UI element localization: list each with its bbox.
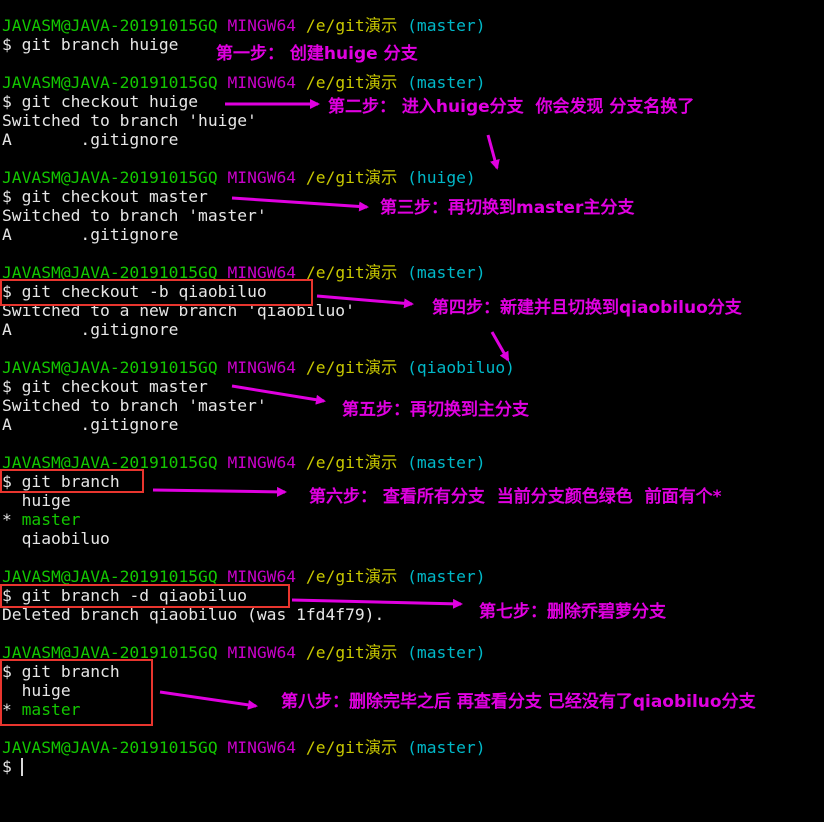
arrow-4 [316,294,414,309]
arrow-6 [152,486,287,497]
arrow-5 [231,384,326,405]
arrow-2b [486,134,500,170]
terminal-window[interactable]: JAVASM@JAVA-20191015GQ MINGW64 /e/git演示 … [0,0,824,822]
arrow-7 [291,598,463,609]
arrow-3 [231,196,369,212]
annotation-step-6: 第六步： 查看所有分支 当前分支颜色绿色 前面有个* [309,487,722,507]
arrow-4b [490,331,510,362]
arrow-8 [159,690,258,710]
annotation-step-5: 第五步：再切换到主分支 [342,400,529,420]
annotation-step-3: 第三步：再切换到master主分支 [380,198,635,218]
annotation-step-4: 第四步：新建并且切换到qiaobiluo分支 [432,298,742,318]
annotation-step-8: 第八步：删除完毕之后 再查看分支 已经没有了qiaobiluo分支 [281,692,756,712]
annotation-step-2: 第二步： 进入huige分支 你会发现 分支名换了 [328,97,695,117]
annotation-step-7: 第七步：删除乔碧萝分支 [479,602,666,622]
annotation-step-1: 第一步： 创建huige 分支 [216,44,418,64]
